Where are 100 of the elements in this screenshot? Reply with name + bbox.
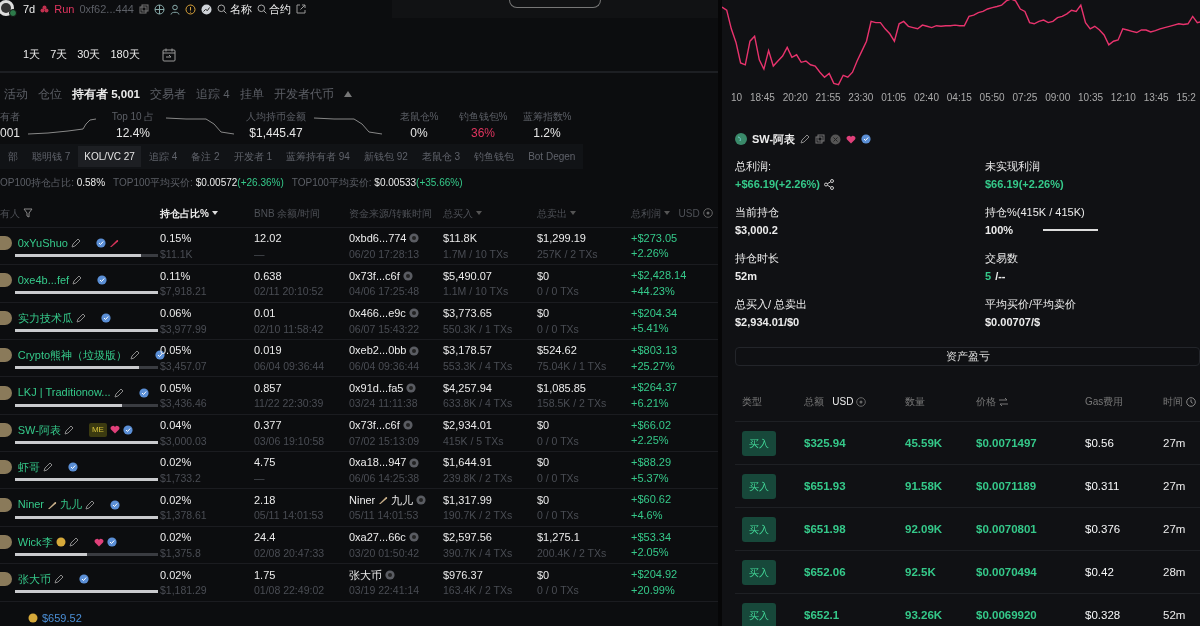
collapse-caret-icon[interactable] — [343, 91, 352, 98]
search-icon[interactable] — [216, 4, 227, 14]
edit-icon[interactable] — [130, 350, 141, 361]
edit-icon[interactable] — [75, 312, 86, 323]
holder-name[interactable]: Wick李 — [17, 533, 53, 551]
funding-source[interactable]: 0x91d...fa5 — [349, 381, 404, 395]
edit-icon[interactable] — [63, 425, 74, 435]
trade-price: $0.0070801 — [976, 521, 1038, 537]
trade-time: 27m — [1163, 521, 1187, 537]
buy-volume: 1.1M / 10 TXs — [443, 285, 510, 298]
profit-percent: +2.05% — [631, 546, 670, 560]
person-icon[interactable] — [169, 3, 180, 15]
summary-value: $0.00572 — [195, 175, 238, 190]
info-icon[interactable] — [184, 3, 196, 15]
transfer-time: 03/19 22:41:14 — [349, 584, 421, 597]
globe-icon[interactable] — [153, 3, 165, 15]
edit-icon[interactable] — [85, 499, 96, 510]
edit-icon[interactable] — [42, 462, 53, 473]
range-tab[interactable]: 7天 — [50, 46, 68, 63]
column-header[interactable]: 持仓占比% — [160, 205, 209, 221]
balance-time: 02/10 11:58:42 — [254, 322, 325, 335]
funding-source[interactable]: 张大币 — [349, 568, 382, 582]
search-icon[interactable] — [256, 4, 267, 14]
holder-name[interactable]: Niner — [17, 496, 45, 513]
clock-icon[interactable] — [1185, 396, 1196, 407]
holder-name[interactable]: 张大币 — [17, 571, 51, 588]
holder-name[interactable]: 虾哥 — [17, 459, 40, 476]
edit-icon[interactable] — [53, 574, 64, 585]
search-link[interactable]: 名称 — [229, 0, 252, 18]
trade-type-tag[interactable]: 买入 — [742, 559, 776, 585]
chart-circle-icon[interactable] — [200, 3, 212, 15]
funding-source[interactable]: 0xa18...947 — [349, 456, 407, 469]
funding-source[interactable]: 0x466...e9c — [349, 306, 406, 320]
edit-icon[interactable] — [800, 134, 811, 145]
holder-name[interactable]: 九儿 — [60, 496, 83, 513]
funding-source[interactable]: 0xbd6...774 — [349, 232, 407, 245]
range-tab[interactable]: 1天 — [23, 46, 41, 63]
currency-toggle-icon[interactable] — [856, 396, 867, 407]
total-profit: +$803.13 — [631, 343, 679, 357]
stat-value: +$66.19(+2.26%) — [735, 177, 820, 192]
range-tab[interactable]: 180天 — [110, 46, 140, 63]
edit-icon[interactable] — [70, 238, 81, 249]
close-circle-icon[interactable] — [830, 133, 842, 145]
trade-amount: $652.06 — [804, 564, 847, 580]
profit-percent: +20.99% — [631, 583, 676, 597]
holding-percent: 0.05% — [160, 381, 193, 395]
search-link[interactable]: 合约 — [269, 0, 292, 18]
trade-quantity: 92.5K — [905, 564, 937, 580]
trade-type-tag[interactable]: 买入 — [742, 516, 776, 542]
tab[interactable]: 持有者 5,001 — [72, 85, 140, 103]
avatar — [0, 273, 12, 288]
holding-percent: 0.06% — [160, 306, 193, 320]
funding-source[interactable]: 0x73f...c6f — [349, 269, 400, 283]
buy-volume: 1.7M / 10 TXs — [443, 247, 510, 260]
holder-name[interactable]: Crypto熊神（垃圾版） — [17, 347, 128, 364]
funding-source[interactable]: 0xa27...66c — [349, 531, 406, 544]
filter-tab[interactable]: KOL/VC 27 — [78, 145, 141, 167]
balance-time: 02/11 20:10:52 — [254, 285, 325, 298]
share-icon[interactable] — [824, 178, 834, 190]
pnl-button[interactable]: 资产盈亏 — [735, 346, 1200, 367]
funding-source[interactable]: 九儿 — [390, 493, 413, 507]
bnb-balance: 0.857 — [254, 381, 283, 395]
axis-label: 01:05 — [881, 91, 907, 105]
edit-icon[interactable] — [113, 387, 124, 398]
holder-name[interactable]: LKJ | Traditionow... — [17, 384, 111, 401]
trade-amount: $651.98 — [804, 521, 847, 537]
holder-name[interactable]: 实力技术瓜 — [17, 309, 73, 327]
trade-type-tag[interactable]: 买入 — [742, 473, 776, 499]
swap-icon[interactable] — [998, 397, 1008, 406]
avatar — [0, 385, 12, 400]
edit-icon[interactable] — [68, 537, 79, 548]
currency-toggle-icon[interactable] — [702, 208, 713, 219]
calendar-icon[interactable] — [160, 46, 177, 63]
bnb-balance: 24.4 — [254, 531, 277, 544]
chain-logo-icon — [402, 420, 413, 431]
chain-logo-icon — [409, 457, 420, 468]
summary-value: 0.58% — [76, 175, 106, 190]
sort-caret-icon[interactable] — [211, 211, 218, 216]
funding-source[interactable]: 0x73f...c6f — [349, 419, 400, 432]
range-tab[interactable]: 30天 — [77, 46, 101, 63]
holder-name[interactable]: 0xYuShuo — [17, 234, 68, 252]
stat-label: Top 10 占 — [111, 109, 155, 124]
bnb-balance: 0.019 — [254, 344, 283, 357]
trade-type-tag[interactable]: 买入 — [742, 430, 776, 456]
holder-name[interactable]: 0xe4b...fef — [17, 272, 70, 289]
filter-icon[interactable] — [23, 208, 33, 219]
funding-source[interactable]: Niner — [349, 493, 376, 507]
copy-icon[interactable] — [815, 134, 826, 145]
holder-name[interactable]: SW-阿表 — [17, 421, 61, 439]
trade-type-tag[interactable]: 买入 — [742, 602, 776, 626]
external-link-icon[interactable] — [296, 4, 307, 14]
sell-volume: 257K / 2 TXs — [537, 247, 599, 260]
edit-icon[interactable] — [72, 275, 83, 286]
funding-source[interactable]: 0xeb2...0bb — [349, 344, 407, 357]
trade-price: $0.0071189 — [976, 478, 1038, 494]
avatar — [0, 572, 12, 587]
currency-label[interactable]: USD — [832, 394, 854, 410]
total-sold: $0 — [537, 493, 551, 507]
summary-change: (+35.66%) — [416, 175, 463, 190]
copy-icon[interactable] — [138, 4, 149, 14]
